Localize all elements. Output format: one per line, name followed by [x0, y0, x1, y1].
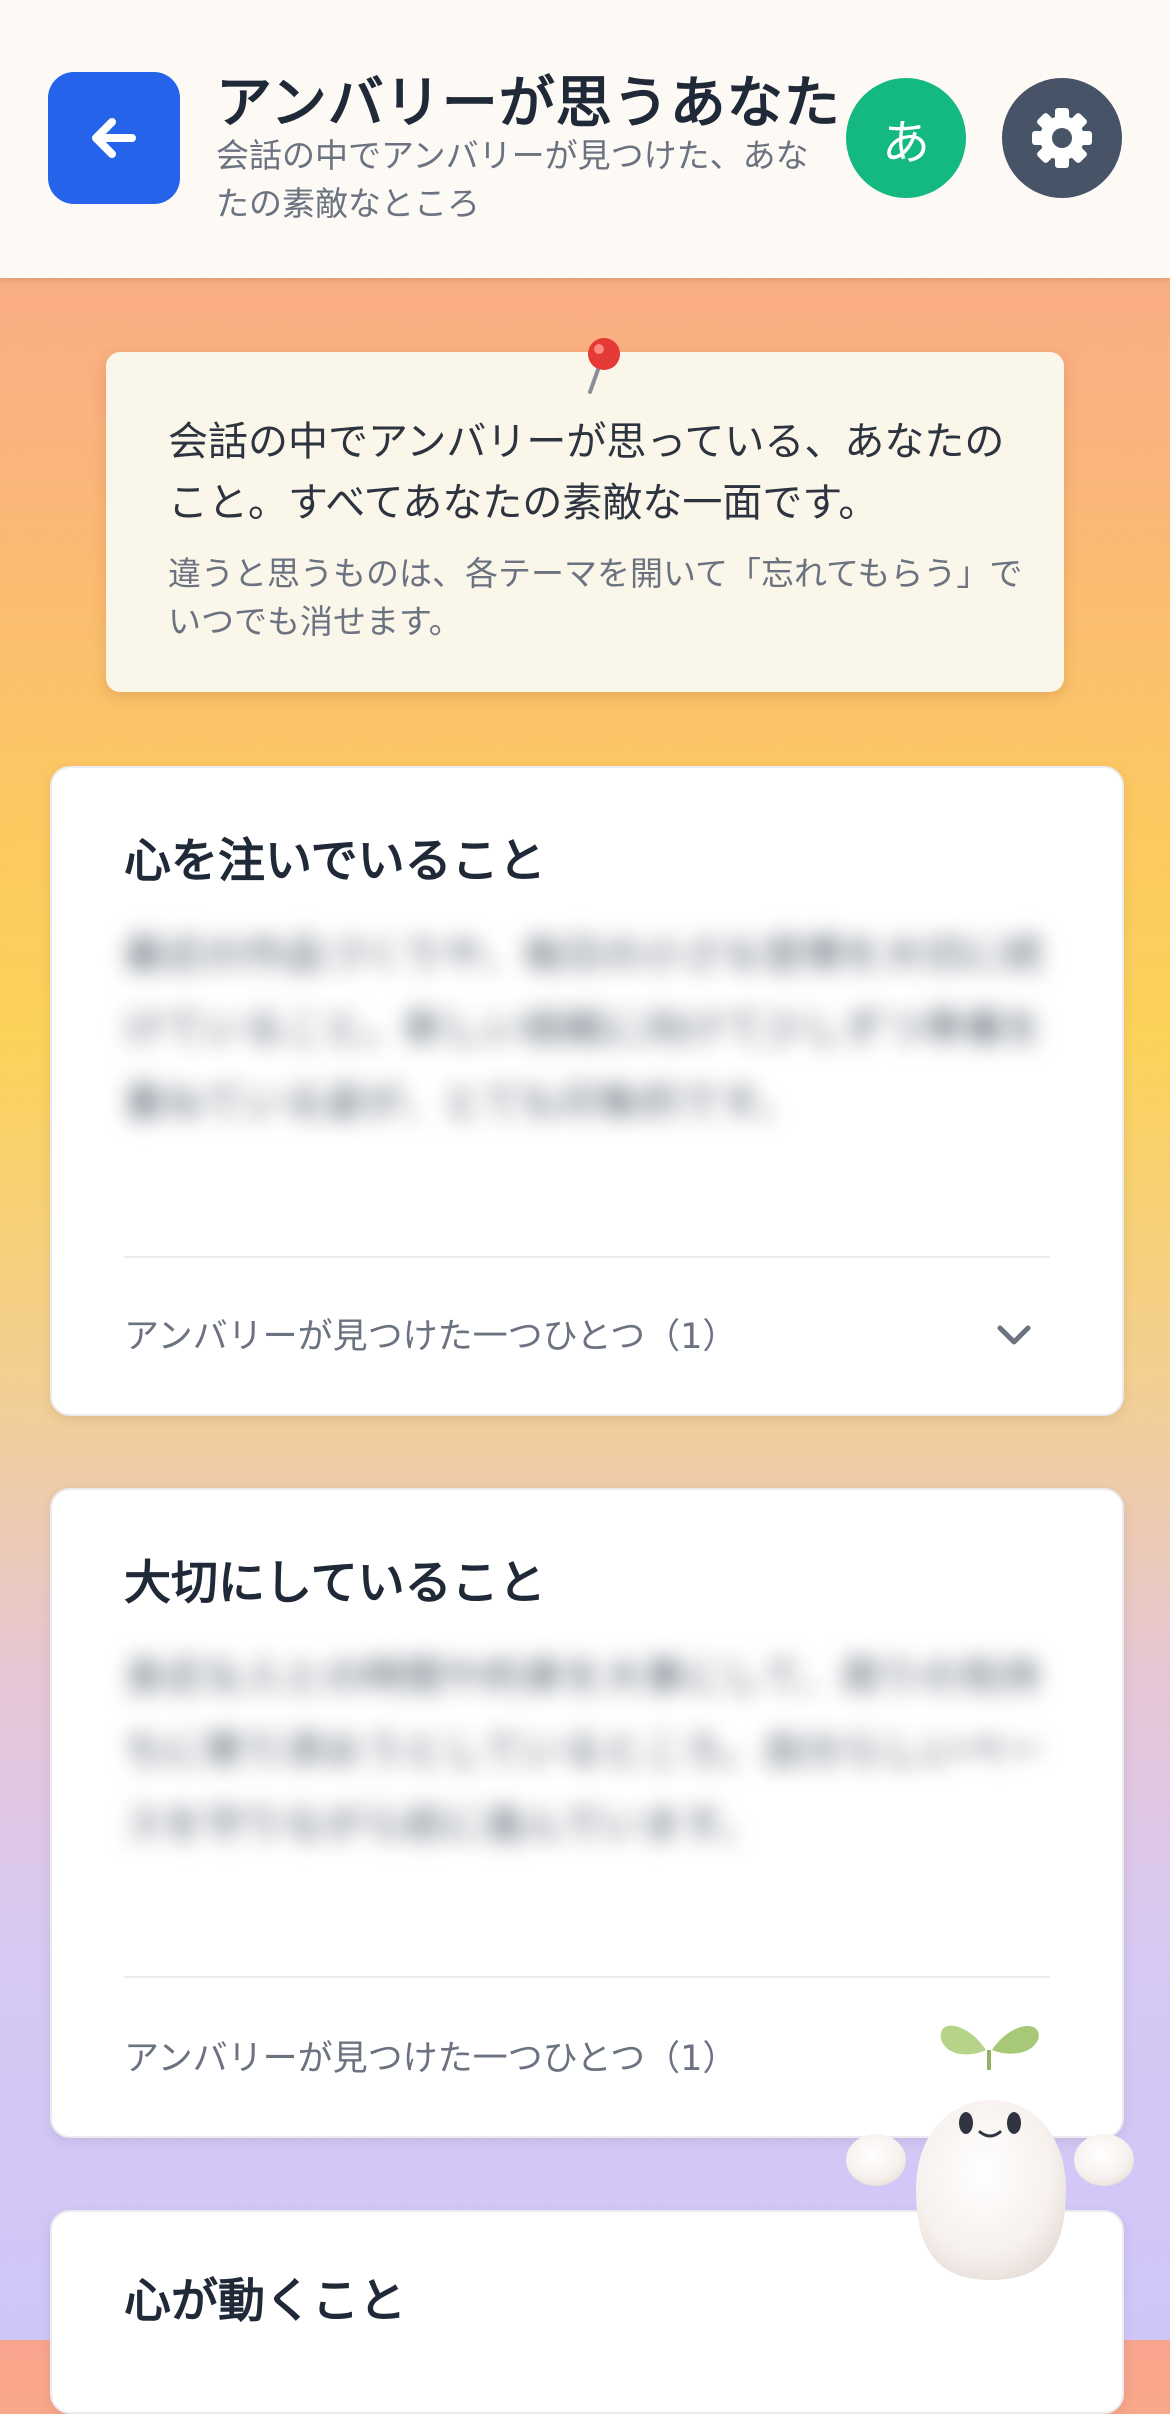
note-main-text: 会話の中でアンバリーが思っている、あなたのこと。すべてあなたの素敵な一面です。	[168, 419, 1005, 526]
card-title: 心を注いでいること	[124, 834, 546, 889]
app-header: アンバリーが思うあなた 会話の中でアンバリーが見つけた、あなたの素敵なところ あ	[0, 0, 1170, 278]
page-subtitle: 会話の中でアンバリーが見つけた、あなたの素敵なところ	[216, 136, 809, 223]
settings-button[interactable]	[1002, 78, 1122, 198]
card-divider	[124, 1256, 1050, 1258]
sprout-mascot-icon[interactable]	[846, 2010, 1136, 2290]
pushpin-icon	[588, 338, 620, 394]
arrow-left-icon	[92, 118, 136, 158]
chevron-down-icon[interactable]	[992, 1314, 1036, 1358]
card-divider	[124, 1976, 1050, 1978]
language-button[interactable]: あ	[846, 78, 966, 198]
card-expand-toggle[interactable]: アンバリーが見つけた一つひとつ（1）	[124, 1308, 737, 1359]
card-blurred-text: 身近な人との時間や約束を大事にして、周りの気持ちに寄り添おうとしているところ。自…	[124, 1654, 1043, 1848]
info-note: 会話の中でアンバリーが思っている、あなたのこと。すべてあなたの素敵な一面です。 …	[106, 338, 1064, 692]
note-sub-text: 違うと思うものは、各テーマを開いて「忘れてもらう」でいつでも消せます。	[168, 554, 1023, 641]
card-title: 心が動くこと	[124, 2274, 406, 2329]
card-blurred-text: 最近の作品づくりや、毎日の小さな習慣を大切に続けていること。新しい挑戦に向けて少…	[124, 932, 1044, 1126]
back-button[interactable]	[48, 72, 180, 204]
theme-card: 心を注いでいること 最近の作品づくりや、毎日の小さな習慣を大切に続けていること。…	[50, 766, 1124, 1416]
card-title: 大切にしていること	[124, 1556, 546, 1611]
page-title: アンバリーが思うあなた	[216, 71, 841, 136]
gear-icon	[1032, 108, 1092, 168]
card-expand-toggle[interactable]: アンバリーが見つけた一つひとつ（1）	[124, 2030, 737, 2081]
